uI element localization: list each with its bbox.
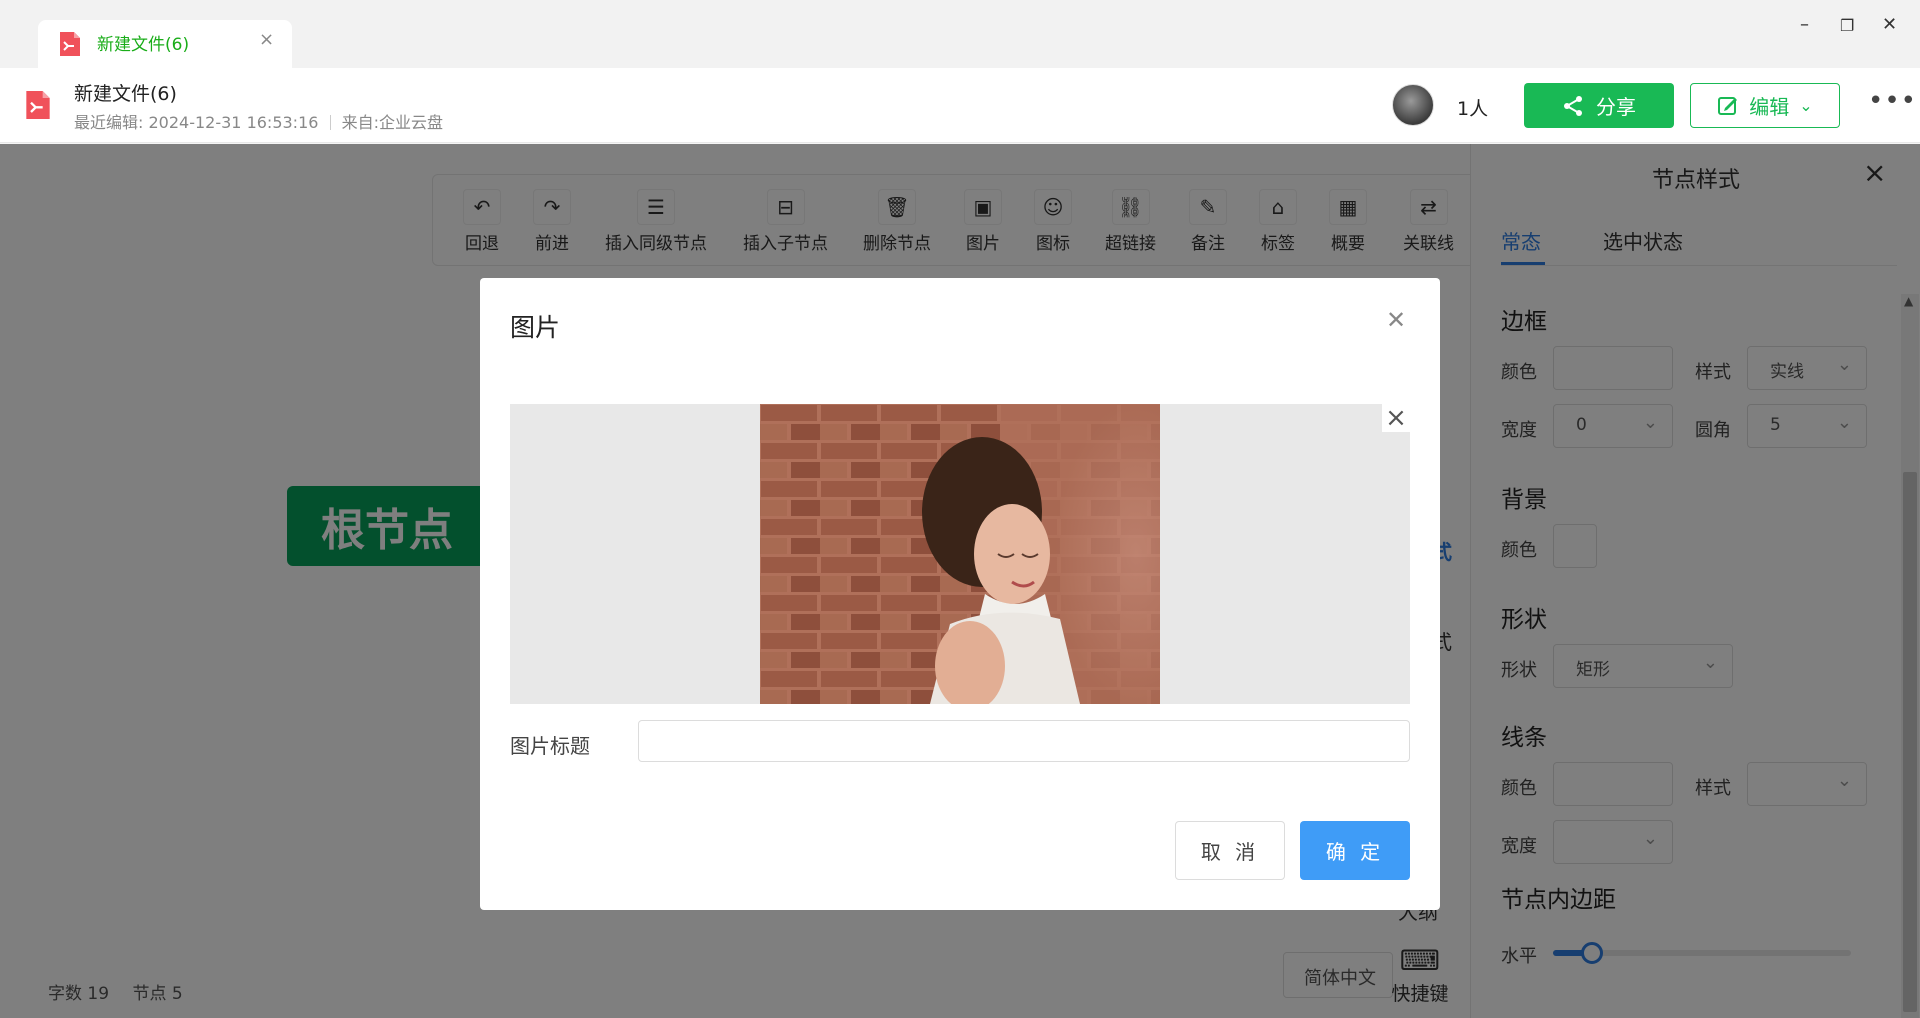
collaborator-count[interactable]: 1人 (1457, 94, 1488, 121)
image-preview-area: × (510, 404, 1410, 704)
xmind-file-icon (60, 32, 80, 56)
tab-title: 新建文件(6) (97, 35, 190, 55)
last-edit-time: 2024-12-31 16:53:16 (148, 113, 319, 132)
tab-document[interactable]: 新建文件(6) × (38, 20, 292, 68)
image-dialog: 图片 ✕ × 图片标题 取 消 确 定 (480, 278, 1440, 910)
confirm-button[interactable]: 确 定 (1300, 821, 1410, 880)
document-header: 新建文件(6) 最近编辑: 2024-12-31 16:53:16 来自:企业云… (0, 68, 1920, 143)
share-button[interactable]: 分享 (1524, 83, 1674, 128)
share-icon (1564, 95, 1582, 116)
document-title: 新建文件(6) (74, 83, 177, 105)
document-meta: 最近编辑: 2024-12-31 16:53:16 来自:企业云盘 (74, 109, 443, 133)
tab-bar: 新建文件(6) × – ❐ ✕ (0, 0, 1920, 68)
more-icon[interactable]: ••• (1868, 86, 1917, 116)
chevron-down-icon: ⌄ (1799, 96, 1813, 115)
meta-divider (329, 115, 331, 130)
tab-close-icon[interactable]: × (259, 29, 274, 50)
minimize-icon[interactable]: – (1800, 14, 1809, 35)
source-label: 来自:企业云盘 (341, 113, 444, 132)
edit-label: 编辑 (1749, 95, 1790, 119)
avatar[interactable] (1392, 84, 1434, 126)
edit-icon (1718, 96, 1738, 115)
cancel-button[interactable]: 取 消 (1175, 821, 1285, 880)
xmind-file-icon (26, 91, 50, 119)
remove-image-icon[interactable]: × (1382, 404, 1410, 433)
share-label: 分享 (1596, 95, 1636, 119)
edit-button[interactable]: 编辑 ⌄ (1690, 83, 1840, 128)
window-close-icon[interactable]: ✕ (1882, 14, 1897, 35)
dialog-title: 图片 (510, 313, 561, 342)
caption-input[interactable] (638, 720, 1410, 762)
dialog-close-icon[interactable]: ✕ (1386, 306, 1406, 334)
uploaded-photo (760, 404, 1160, 704)
caption-label: 图片标题 (510, 734, 590, 758)
last-edit-label: 最近编辑: (74, 113, 144, 132)
maximize-icon[interactable]: ❐ (1840, 16, 1854, 35)
